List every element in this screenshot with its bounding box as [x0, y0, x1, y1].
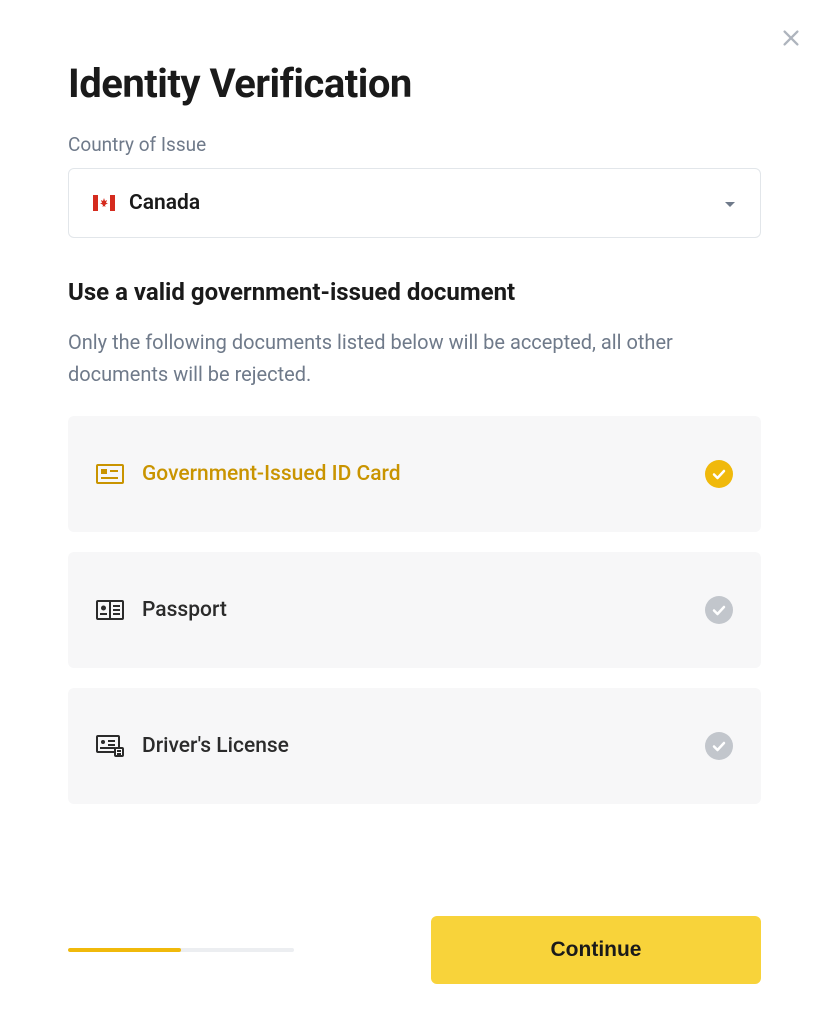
check-icon [705, 596, 733, 624]
document-option-drivers-license[interactable]: Driver's License [68, 688, 761, 804]
progress-bar [68, 948, 294, 952]
close-button[interactable] [777, 24, 805, 52]
document-label: Driver's License [142, 734, 705, 758]
passport-icon [96, 599, 124, 621]
document-section-title: Use a valid government-issued document [68, 278, 761, 306]
page-title: Identity Verification [68, 60, 761, 107]
close-icon [780, 27, 802, 49]
check-icon [705, 732, 733, 760]
document-option-id-card[interactable]: Government-Issued ID Card [68, 416, 761, 532]
canada-flag-icon [93, 195, 115, 211]
country-selected-value: Canada [129, 191, 724, 215]
check-icon [705, 460, 733, 488]
drivers-license-icon [96, 735, 124, 757]
document-option-passport[interactable]: Passport [68, 552, 761, 668]
document-label: Passport [142, 598, 705, 622]
document-label: Government-Issued ID Card [142, 462, 705, 486]
chevron-down-icon [724, 194, 736, 213]
document-section-description: Only the following documents listed belo… [68, 326, 761, 390]
continue-button[interactable]: Continue [431, 916, 761, 984]
progress-fill [68, 948, 181, 952]
id-card-icon [96, 463, 124, 485]
country-select[interactable]: Canada [68, 168, 761, 238]
country-label: Country of Issue [68, 133, 761, 156]
